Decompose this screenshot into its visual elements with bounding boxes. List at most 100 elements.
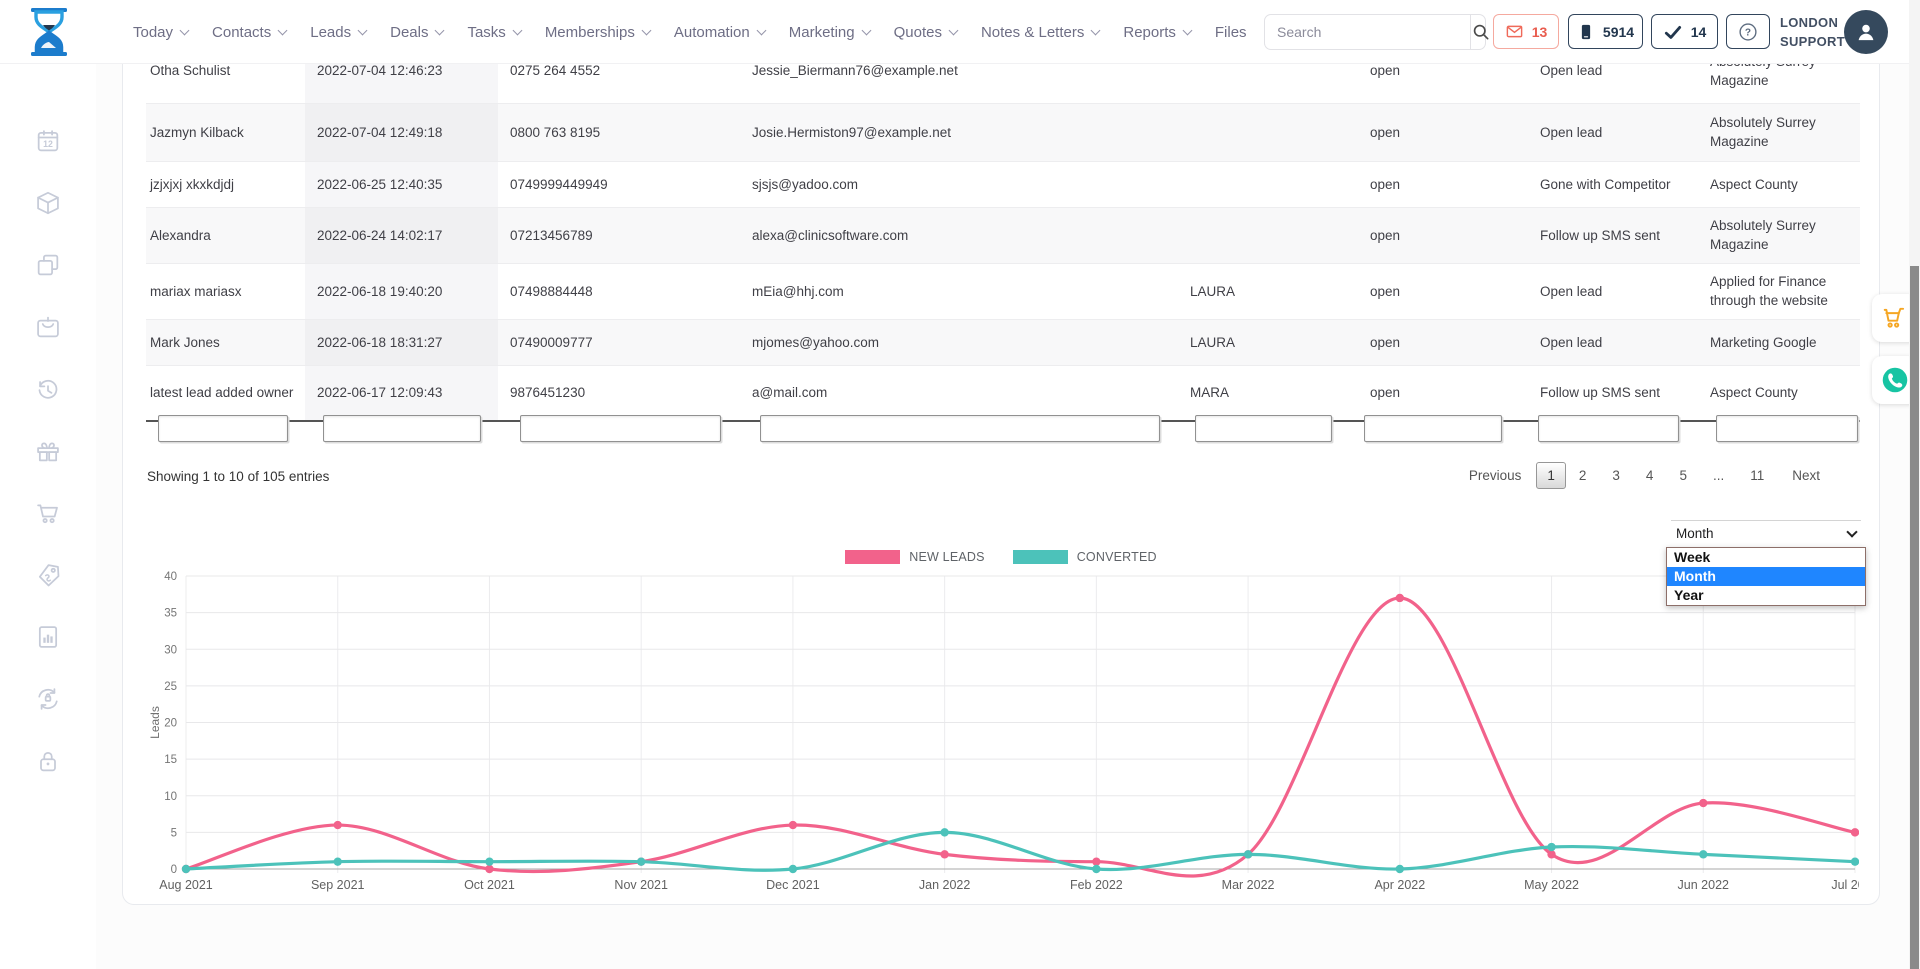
sidebar-item-lock[interactable]: [34, 747, 62, 775]
table-row[interactable]: Alexandra2022-06-24 14:02:1707213456789a…: [146, 207, 1860, 263]
pagination-page-4[interactable]: 4: [1633, 462, 1667, 489]
legend-item-converted[interactable]: CONVERTED: [1013, 550, 1157, 564]
data-point-converted: [1851, 857, 1859, 865]
filter-input-phone[interactable]: [520, 415, 721, 442]
nav-item-leads[interactable]: Leads: [310, 24, 366, 41]
nav-item-quotes[interactable]: Quotes: [894, 24, 957, 41]
cell-phone: 0749999449949: [498, 161, 740, 207]
nav-item-label: Leads: [310, 24, 351, 41]
cell-name: latest lead added owner: [146, 365, 305, 421]
leads-chart[interactable]: 0510152025303540Aug 2021Sep 2021Oct 2021…: [147, 571, 1859, 901]
period-option-year[interactable]: Year: [1667, 586, 1865, 605]
search-input[interactable]: [1265, 15, 1470, 49]
pagination-page-5[interactable]: 5: [1666, 462, 1700, 489]
legend-item-new-leads[interactable]: NEW LEADS: [845, 550, 984, 564]
sidebar-item-cart[interactable]: [34, 499, 62, 527]
mobile-phone-icon: [1577, 22, 1595, 42]
data-point-converted: [182, 865, 190, 873]
nav-item-label: Reports: [1123, 24, 1176, 41]
nav-item-deals[interactable]: Deals: [390, 24, 443, 41]
sidebar-item-account-sync[interactable]: [34, 685, 62, 713]
app-logo[interactable]: [28, 7, 70, 57]
pagination-page-1[interactable]: 1: [1536, 462, 1566, 489]
period-option-month[interactable]: Month: [1667, 567, 1865, 586]
page-scrollbar[interactable]: [1909, 0, 1920, 969]
chevron-down-icon: [1182, 25, 1192, 35]
nav-item-contacts[interactable]: Contacts: [212, 24, 286, 41]
filter-input-created[interactable]: [323, 415, 481, 442]
pagination-page-2[interactable]: 2: [1566, 462, 1600, 489]
nav-item-tasks[interactable]: Tasks: [467, 24, 520, 41]
sidebar-item-copy[interactable]: [34, 251, 62, 279]
nav-item-notes-letters[interactable]: Notes & Letters: [981, 24, 1099, 41]
sidebar-item-price-tag[interactable]: [34, 561, 62, 589]
nav-item-reports[interactable]: Reports: [1123, 24, 1191, 41]
x-tick-label: Dec 2021: [766, 878, 820, 892]
cell-phone: 0800 763 8195: [498, 103, 740, 161]
phone-count: 5914: [1603, 24, 1634, 40]
nav-item-label: Memberships: [545, 24, 635, 41]
sidebar-item-gift[interactable]: [34, 437, 62, 465]
copy-icon: [34, 251, 62, 279]
cell-source: Aspect County: [1698, 365, 1860, 421]
table-row[interactable]: mariax mariasx2022-06-18 19:40:200749888…: [146, 263, 1860, 319]
table-row[interactable]: Mark Jones2022-06-18 18:31:2707490009777…: [146, 319, 1860, 365]
y-tick-label: 30: [164, 644, 177, 656]
nav-item-memberships[interactable]: Memberships: [545, 24, 650, 41]
filter-input-email[interactable]: [760, 415, 1160, 442]
nav-item-today[interactable]: Today: [133, 24, 188, 41]
data-point-new-leads: [789, 821, 797, 829]
filter-input-stage[interactable]: [1538, 415, 1679, 442]
x-tick-label: Apr 2022: [1374, 878, 1425, 892]
table-row[interactable]: latest lead added owner2022-06-17 12:09:…: [146, 365, 1860, 421]
nav-item-label: Files: [1215, 24, 1247, 41]
y-tick-label: 35: [164, 608, 177, 620]
package-icon: [34, 189, 62, 217]
filter-input-status[interactable]: [1364, 415, 1502, 442]
nav-item-marketing[interactable]: Marketing: [789, 24, 870, 41]
cell-owner: [1178, 207, 1358, 263]
help-button[interactable]: ?: [1726, 14, 1770, 49]
tasks-badge[interactable]: 14: [1651, 14, 1718, 49]
pagination-page-11[interactable]: 11: [1737, 462, 1777, 489]
chevron-down-icon: [756, 25, 766, 35]
filter-input-owner[interactable]: [1195, 415, 1332, 442]
search-button[interactable]: [1470, 15, 1491, 49]
data-point-converted: [485, 857, 493, 865]
pagination-next[interactable]: Next: [1777, 462, 1835, 489]
nav-item-automation[interactable]: Automation: [674, 24, 765, 41]
nav-item-label: Deals: [390, 24, 428, 41]
filter-input-name[interactable]: [158, 415, 288, 442]
filter-input-source[interactable]: [1716, 415, 1858, 442]
sidebar-item-package[interactable]: [34, 189, 62, 217]
nav-item-label: Contacts: [212, 24, 271, 41]
cell-created: 2022-06-18 19:40:20: [305, 263, 498, 319]
pagination-previous[interactable]: Previous: [1454, 462, 1537, 489]
sidebar-item-calendar[interactable]: 12: [34, 127, 62, 155]
sidebar-item-appointment[interactable]: [34, 313, 62, 341]
sidebar-item-report[interactable]: [34, 623, 62, 651]
cell-status: open: [1358, 103, 1528, 161]
data-point-converted: [1092, 865, 1100, 873]
period-option-week[interactable]: Week: [1667, 548, 1865, 567]
period-select[interactable]: Month: [1671, 520, 1861, 546]
x-tick-label: Aug 2021: [159, 878, 213, 892]
mail-badge[interactable]: 13: [1493, 14, 1559, 49]
scrollbar-thumb[interactable]: [1910, 266, 1919, 969]
cell-created: 2022-06-17 12:09:43: [305, 365, 498, 421]
cell-status: open: [1358, 365, 1528, 421]
phone-badge[interactable]: 5914: [1568, 14, 1643, 49]
nav-item-files[interactable]: Files: [1215, 24, 1247, 41]
cart-icon: [34, 499, 62, 527]
cell-status: open: [1358, 319, 1528, 365]
data-point-converted: [940, 828, 948, 836]
pagination-page-3[interactable]: 3: [1599, 462, 1633, 489]
sidebar-item-history[interactable]: [34, 375, 62, 403]
table-row[interactable]: Jazmyn Kilback2022-07-04 12:49:180800 76…: [146, 103, 1860, 161]
x-tick-label: Jun 2022: [1678, 878, 1729, 892]
data-point-converted: [1244, 850, 1252, 858]
entries-info: Showing 1 to 10 of 105 entries: [147, 469, 329, 484]
table-row[interactable]: jzjxjxj xkxkdjdj2022-06-25 12:40:3507499…: [146, 161, 1860, 207]
nav-item-label: Quotes: [894, 24, 942, 41]
user-avatar[interactable]: [1844, 10, 1888, 54]
